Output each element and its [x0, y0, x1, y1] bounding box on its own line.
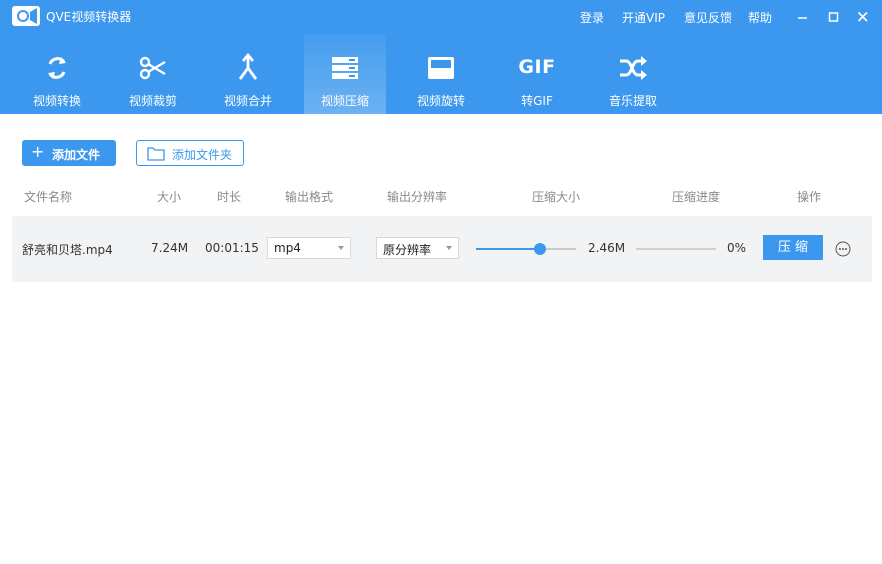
- output-format-select[interactable]: mp4: [267, 237, 351, 259]
- chevron-down-icon: [338, 246, 344, 250]
- col-size: 大小: [157, 190, 182, 204]
- file-size: 7.24M: [151, 241, 189, 255]
- col-file-name: 文件名称: [24, 190, 73, 204]
- merge-icon: [232, 52, 264, 84]
- tab-label: 视频压缩: [320, 94, 369, 108]
- feedback-link[interactable]: 意见反馈: [684, 9, 732, 26]
- file-row: 舒亮和贝塔.mp4 7.24M 00:01:15 mp4 原分辨率 2.46M …: [12, 216, 872, 282]
- tab-label: 音乐提取: [608, 94, 657, 108]
- folder-icon: [147, 147, 165, 161]
- tab-video-crop[interactable]: 视频裁剪: [112, 34, 194, 114]
- more-options-icon[interactable]: [835, 241, 851, 257]
- col-duration: 时长: [217, 190, 242, 204]
- output-resolution-value: 原分辨率: [383, 243, 432, 257]
- app-header: QVE视频转换器 登录 开通VIP 意见反馈 帮助 视频转换 视频裁剪 视频合并…: [0, 0, 882, 114]
- compression-slider-fill: [476, 248, 540, 250]
- compression-slider[interactable]: [476, 243, 576, 255]
- vip-link[interactable]: 开通VIP: [622, 9, 665, 26]
- col-output-resolution: 输出分辨率: [387, 190, 448, 204]
- tab-label: 视频转换: [32, 94, 81, 108]
- shuffle-icon: [617, 52, 649, 84]
- scissors-icon: [137, 52, 169, 84]
- title-bar: QVE视频转换器 登录 开通VIP 意见反馈 帮助: [0, 0, 882, 34]
- feature-toolbar: 视频转换 视频裁剪 视频合并 视频压缩 视频旋转 GIF 转GIF 音乐提取: [0, 34, 882, 114]
- add-file-button[interactable]: + 添加文件: [22, 140, 116, 166]
- login-link[interactable]: 登录: [580, 9, 604, 26]
- compress-progress-bar: [636, 248, 716, 250]
- compression-slider-handle[interactable]: [534, 243, 546, 255]
- add-folder-button[interactable]: 添加文件夹: [136, 140, 244, 166]
- compress-button[interactable]: 压 缩: [763, 235, 823, 260]
- tab-audio-extract[interactable]: 音乐提取: [592, 34, 674, 114]
- tab-video-merge[interactable]: 视频合并: [207, 34, 289, 114]
- app-title: QVE视频转换器: [46, 10, 132, 24]
- gif-icon: GIF: [518, 56, 556, 78]
- output-format-value: mp4: [274, 241, 301, 255]
- close-icon[interactable]: [854, 8, 872, 26]
- rotate-icon: [425, 52, 457, 84]
- tab-video-compress[interactable]: 视频压缩: [304, 34, 386, 114]
- tab-video-rotate[interactable]: 视频旋转: [400, 34, 482, 114]
- maximize-icon[interactable]: [825, 8, 843, 26]
- col-output-format: 输出格式: [285, 190, 334, 204]
- add-file-label: 添加文件: [52, 148, 101, 162]
- output-resolution-select[interactable]: 原分辨率: [376, 237, 459, 259]
- add-folder-label: 添加文件夹: [172, 148, 233, 162]
- chevron-down-icon: [446, 246, 452, 250]
- file-name: 舒亮和贝塔.mp4: [22, 243, 113, 257]
- file-duration: 00:01:15: [205, 241, 259, 255]
- tab-label: 视频合并: [223, 94, 272, 108]
- col-compress-progress: 压缩进度: [672, 190, 721, 204]
- help-link[interactable]: 帮助: [748, 9, 772, 26]
- col-actions: 操作: [797, 190, 822, 204]
- plus-icon: +: [31, 142, 45, 161]
- tab-video-convert[interactable]: 视频转换: [16, 34, 98, 114]
- compress-icon: [329, 52, 361, 84]
- tab-label: 视频旋转: [416, 94, 465, 108]
- tab-label: 转GIF: [521, 94, 553, 108]
- compressed-size: 2.46M: [588, 241, 626, 255]
- tab-label: 视频裁剪: [128, 94, 177, 108]
- col-compressed-size: 压缩大小: [532, 190, 581, 204]
- compress-progress-text: 0%: [727, 241, 747, 255]
- convert-icon: [41, 52, 73, 84]
- app-logo-icon: [12, 6, 40, 26]
- minimize-icon[interactable]: [794, 8, 812, 26]
- tab-to-gif[interactable]: GIF 转GIF: [496, 34, 578, 114]
